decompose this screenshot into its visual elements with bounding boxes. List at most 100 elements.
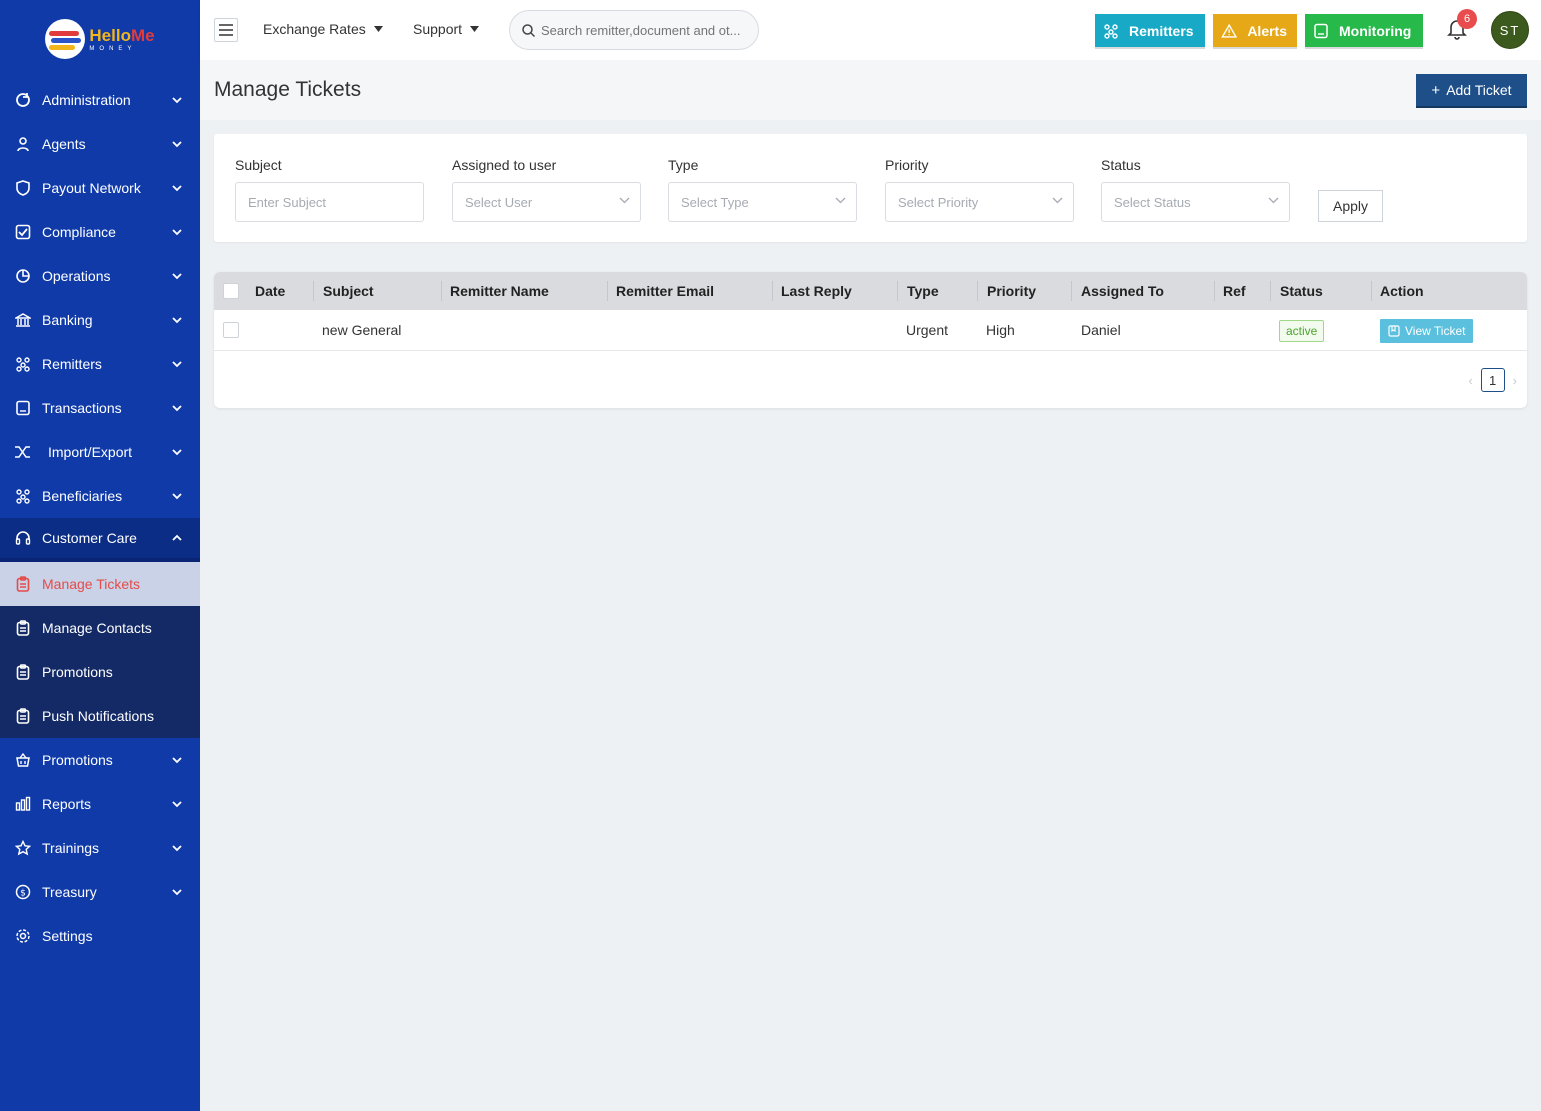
logo-word-hello: Hello bbox=[89, 25, 131, 45]
subject-input[interactable]: Enter Subject bbox=[235, 182, 424, 222]
priority-label: Priority bbox=[885, 157, 929, 173]
sidebar-item-settings[interactable]: Settings bbox=[0, 914, 200, 958]
brand-logo[interactable]: HelloMe MONEY bbox=[0, 0, 200, 78]
sidebar-item-label: Administration bbox=[42, 92, 131, 108]
sidebar-item-label: Payout Network bbox=[42, 180, 141, 196]
user-icon bbox=[14, 135, 32, 153]
chevron-down-icon bbox=[172, 491, 182, 501]
monitoring-button-label: Monitoring bbox=[1339, 22, 1412, 39]
sidebar-item-promotions[interactable]: Promotions bbox=[0, 738, 200, 782]
alerts-button[interactable]: Alerts bbox=[1213, 14, 1297, 47]
chevron-down-icon bbox=[172, 183, 182, 193]
sidebar-nav: Administration Agents Payout Network Com… bbox=[0, 78, 200, 562]
apply-button[interactable]: Apply bbox=[1318, 190, 1383, 222]
topbar: Exchange Rates Support Remitters Alerts … bbox=[200, 0, 1541, 60]
column-header-action: Action bbox=[1380, 283, 1424, 299]
users-network-icon bbox=[1104, 23, 1118, 39]
monitoring-button[interactable]: Monitoring bbox=[1305, 14, 1423, 47]
column-header-type[interactable]: Type bbox=[907, 283, 939, 299]
sidebar-item-label: Beneficiaries bbox=[42, 488, 123, 504]
sidebar-item-label: Import/Export bbox=[48, 444, 133, 460]
status-label: Status bbox=[1101, 157, 1141, 173]
bar-chart-icon bbox=[14, 795, 32, 813]
pie-chart-icon bbox=[14, 267, 32, 285]
warning-icon bbox=[1221, 23, 1238, 38]
column-header-remitter-email[interactable]: Remitter Email bbox=[616, 283, 714, 299]
view-ticket-button[interactable]: View Ticket bbox=[1380, 319, 1474, 343]
column-header-last-reply[interactable]: Last Reply bbox=[781, 283, 852, 299]
sidebar-item-label: Transactions bbox=[42, 400, 122, 416]
clipboard-icon bbox=[14, 663, 32, 681]
sidebar-item-remitters[interactable]: Remitters bbox=[0, 342, 200, 386]
column-header-subject[interactable]: Subject bbox=[323, 283, 374, 299]
chevron-down-icon bbox=[1268, 197, 1279, 204]
chevron-down-icon bbox=[172, 447, 182, 457]
sidebar-subitem-manage-tickets[interactable]: Manage Tickets bbox=[0, 562, 200, 606]
column-header-priority[interactable]: Priority bbox=[987, 283, 1036, 299]
sidebar-item-label: Reports bbox=[42, 796, 92, 812]
users-network-icon bbox=[14, 355, 32, 373]
menu-toggle-button[interactable] bbox=[214, 18, 238, 42]
chevron-down-icon bbox=[172, 799, 182, 809]
assigned-user-select[interactable]: Select User bbox=[452, 182, 641, 222]
sidebar-item-import-export[interactable]: Import/Export bbox=[0, 430, 200, 474]
headset-icon bbox=[14, 529, 32, 547]
plus-icon: + bbox=[1431, 81, 1441, 99]
sidebar-item-trainings[interactable]: Trainings bbox=[0, 826, 200, 870]
receipt-icon bbox=[14, 399, 32, 417]
alerts-button-label: Alerts bbox=[1247, 22, 1287, 39]
add-ticket-button[interactable]: + Add Ticket bbox=[1416, 74, 1527, 106]
sidebar-item-operations[interactable]: Operations bbox=[0, 254, 200, 298]
sidebar-item-payout-network[interactable]: Payout Network bbox=[0, 166, 200, 210]
sidebar-item-label: Operations bbox=[42, 268, 111, 284]
sidebar-item-label: Customer Care bbox=[42, 530, 137, 546]
search-input[interactable] bbox=[541, 22, 751, 38]
sidebar-item-label: Banking bbox=[42, 312, 93, 328]
sidebar-item-reports[interactable]: Reports bbox=[0, 782, 200, 826]
sidebar-item-beneficiaries[interactable]: Beneficiaries bbox=[0, 474, 200, 518]
type-placeholder: Select Type bbox=[681, 194, 749, 210]
prev-page-icon[interactable]: ‹ bbox=[1468, 373, 1472, 388]
ticket-icon bbox=[1388, 325, 1400, 337]
user-avatar[interactable]: ST bbox=[1491, 11, 1529, 49]
column-header-remitter-name[interactable]: Remitter Name bbox=[450, 283, 549, 299]
sidebar-item-customer-care[interactable]: Customer Care bbox=[0, 518, 200, 562]
sidebar-item-transactions[interactable]: Transactions bbox=[0, 386, 200, 430]
row-checkbox[interactable] bbox=[223, 322, 239, 338]
chevron-down-icon bbox=[619, 197, 630, 204]
column-header-ref[interactable]: Ref bbox=[1223, 283, 1246, 299]
refresh-icon bbox=[14, 91, 32, 109]
status-badge: active bbox=[1279, 320, 1325, 342]
sidebar-subitem-push-notifications[interactable]: Push Notifications bbox=[0, 694, 200, 738]
sidebar-item-banking[interactable]: Banking bbox=[0, 298, 200, 342]
remitters-button[interactable]: Remitters bbox=[1095, 14, 1205, 47]
add-ticket-label: Add Ticket bbox=[1446, 82, 1512, 98]
subject-placeholder: Enter Subject bbox=[248, 194, 327, 210]
priority-select[interactable]: Select Priority bbox=[885, 182, 1074, 222]
sidebar-item-agents[interactable]: Agents bbox=[0, 122, 200, 166]
next-page-icon[interactable]: › bbox=[1513, 373, 1517, 388]
column-header-date[interactable]: Date bbox=[255, 283, 285, 299]
status-filter: Status Select Status bbox=[1101, 157, 1290, 222]
global-search[interactable] bbox=[509, 10, 759, 50]
sidebar-subitem-manage-contacts[interactable]: Manage Contacts bbox=[0, 606, 200, 650]
page-number-current[interactable]: 1 bbox=[1480, 368, 1505, 392]
support-label: Support bbox=[413, 21, 463, 37]
page-title: Manage Tickets bbox=[214, 78, 362, 101]
subject-filter: Subject Enter Subject bbox=[235, 157, 424, 222]
assigned-user-filter: Assigned to user Select User bbox=[452, 157, 641, 222]
sidebar-item-compliance[interactable]: Compliance bbox=[0, 210, 200, 254]
exchange-rates-menu[interactable]: Exchange Rates bbox=[263, 21, 383, 37]
sidebar-item-treasury[interactable]: $ Treasury bbox=[0, 870, 200, 914]
chevron-down-icon bbox=[172, 271, 182, 281]
sidebar-subitem-promotions[interactable]: Promotions bbox=[0, 650, 200, 694]
status-select[interactable]: Select Status bbox=[1101, 182, 1290, 222]
column-header-assigned-to[interactable]: Assigned To bbox=[1081, 283, 1164, 299]
select-all-checkbox[interactable] bbox=[223, 283, 239, 299]
sidebar-item-administration[interactable]: Administration bbox=[0, 78, 200, 122]
type-select[interactable]: Select Type bbox=[668, 182, 857, 222]
column-header-status[interactable]: Status bbox=[1280, 283, 1323, 299]
support-menu[interactable]: Support bbox=[413, 21, 480, 37]
type-filter: Type Select Type bbox=[668, 157, 857, 222]
sidebar-item-label: Remitters bbox=[42, 356, 102, 372]
